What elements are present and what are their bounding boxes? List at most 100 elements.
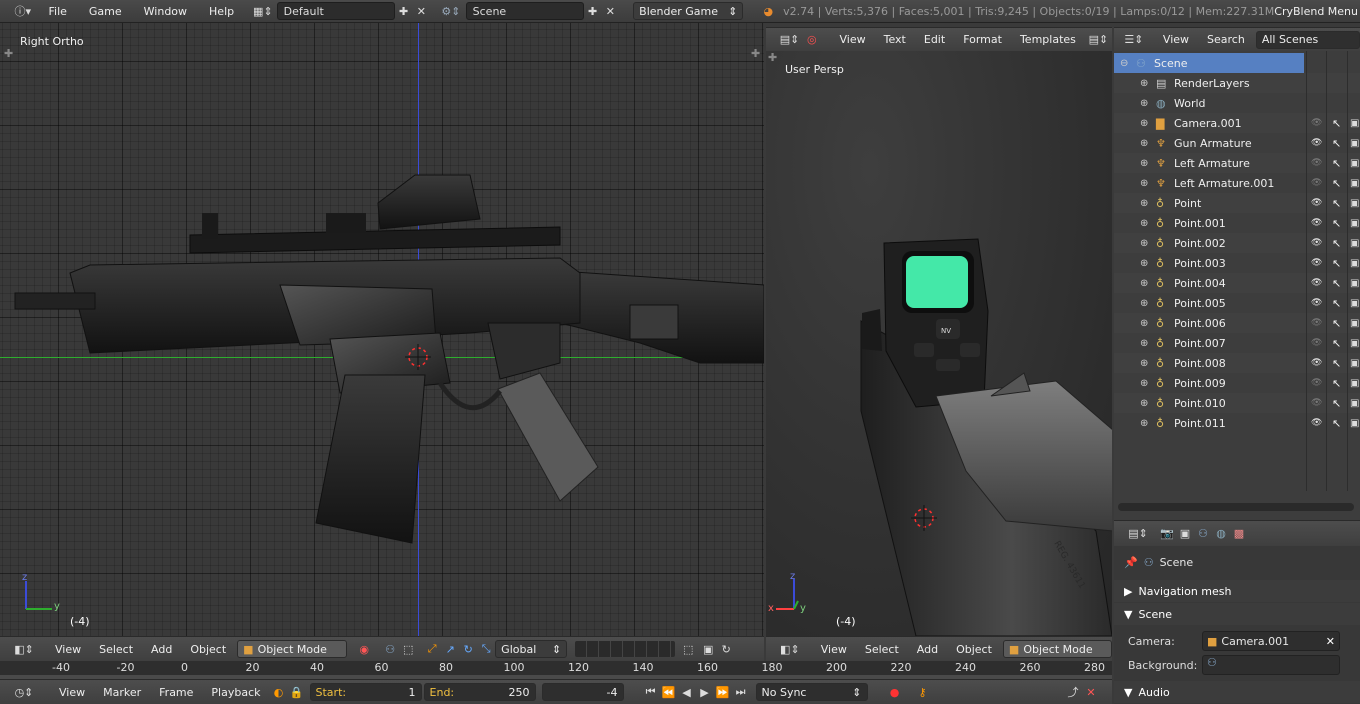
pivot-point-icon[interactable]: ⚇ xyxy=(381,640,399,658)
outliner-row[interactable]: ⊕ ♁ Point.008 👁 ↖ ▣ xyxy=(1114,353,1360,373)
jump-prev-key-icon[interactable]: ⏪ xyxy=(660,683,678,701)
render-camera-icon[interactable]: ▣ xyxy=(1350,118,1359,129)
scale-icon[interactable]: ⤡ xyxy=(477,640,495,658)
right-3d-viewport[interactable]: User Persp ✚ NV REG. 43611 z x y (-4) xyxy=(766,51,1112,636)
view3d-menu-object[interactable]: Object xyxy=(181,643,235,656)
text-menu-templates[interactable]: Templates xyxy=(1011,33,1085,46)
jump-start-icon[interactable]: ⏮ xyxy=(642,683,660,701)
outliner-row[interactable]: ⊕ ♁ Point 👁 ↖ ▣ xyxy=(1114,193,1360,213)
selectability-cursor-icon[interactable]: ↖ xyxy=(1332,137,1341,150)
menu-file[interactable]: File xyxy=(37,5,77,18)
visibility-eye-icon[interactable]: 👁 xyxy=(1311,118,1322,128)
render-camera-icon[interactable]: ▣ xyxy=(1350,198,1359,209)
render-camera-icon[interactable]: ▣ xyxy=(1350,238,1359,249)
render-camera-icon[interactable]: ▣ xyxy=(1350,218,1359,229)
render-camera-icon[interactable]: ▣ xyxy=(1350,338,1359,349)
translate-icon[interactable]: ↗ xyxy=(441,640,459,658)
outliner-row[interactable]: ⊕ ◍ World xyxy=(1114,93,1360,113)
outliner-row[interactable]: ⊕ ♁ Point.009 👁 ↖ ▣ xyxy=(1114,373,1360,393)
visibility-eye-icon[interactable]: 👁 xyxy=(1311,318,1322,328)
selectability-cursor-icon[interactable]: ↖ xyxy=(1332,217,1341,230)
background-field[interactable]: ⚇ xyxy=(1202,655,1340,675)
add-layout-icon[interactable]: ✚ xyxy=(395,2,413,20)
selectability-cursor-icon[interactable]: ↖ xyxy=(1332,177,1341,190)
view3d-menu-add[interactable]: Add xyxy=(908,643,947,656)
selectability-cursor-icon[interactable]: ↖ xyxy=(1332,157,1341,170)
jump-next-key-icon[interactable]: ⏩ xyxy=(714,683,732,701)
outliner-row[interactable]: ⊕ ♁ Point.004 👁 ↖ ▣ xyxy=(1114,273,1360,293)
render-camera-icon[interactable]: ▣ xyxy=(1350,278,1359,289)
view3d-editor-icon[interactable]: ◧⇕ xyxy=(10,640,38,658)
mode-dropdown[interactable]: ■ Object Mode xyxy=(1002,640,1112,658)
visibility-eye-icon[interactable]: 👁 xyxy=(1311,198,1322,208)
selectability-cursor-icon[interactable]: ↖ xyxy=(1332,117,1341,130)
outliner-scrollbar[interactable] xyxy=(1118,503,1354,511)
menu-game[interactable]: Game xyxy=(78,5,133,18)
timeline-ruler[interactable]: -40 -20 0 20 40 60 80 100 120 140 160 180 200 220 240 2… xyxy=(0,661,1112,679)
visibility-eye-icon[interactable]: 👁 xyxy=(1311,158,1322,168)
menu-window[interactable]: Window xyxy=(133,5,198,18)
selectability-cursor-icon[interactable]: ↖ xyxy=(1332,257,1341,270)
render-camera-icon[interactable]: ▣ xyxy=(1350,418,1359,429)
clear-camera-icon[interactable]: ✕ xyxy=(1326,635,1335,648)
render-tab-icon[interactable]: 📷 xyxy=(1158,525,1176,543)
selectability-cursor-icon[interactable]: ↖ xyxy=(1332,277,1341,290)
outliner-row[interactable]: ⊕ ♆ Gun Armature 👁 ↖ ▣ xyxy=(1114,133,1360,153)
editor-type-icon[interactable]: ▤⇕ xyxy=(776,31,803,49)
selectability-cursor-icon[interactable]: ↖ xyxy=(1332,337,1341,350)
expand-icon[interactable]: ⊕ xyxy=(1140,78,1148,89)
timeline-menu-marker[interactable]: Marker xyxy=(94,686,150,699)
visibility-eye-icon[interactable]: 👁 xyxy=(1311,338,1322,348)
delete-keyframe-icon[interactable]: ✕ xyxy=(1082,683,1100,701)
timeline-editor-icon[interactable]: ◷⇕ xyxy=(10,683,38,701)
manipulator-toggle-icon[interactable]: ⬚ xyxy=(399,640,417,658)
timeline-menu-frame[interactable]: Frame xyxy=(150,686,202,699)
visibility-eye-icon[interactable]: 👁 xyxy=(1311,358,1322,368)
cryblend-menu[interactable]: CryBlend Menu xyxy=(1274,5,1360,18)
view3d-menu-view[interactable]: View xyxy=(46,643,90,656)
viewport-shading-icon[interactable]: ◉ xyxy=(355,640,373,658)
lock-icon[interactable]: 🔒 xyxy=(288,683,306,701)
rotate-icon[interactable]: ↻ xyxy=(459,640,477,658)
world-tab-icon[interactable]: ◍ xyxy=(1212,525,1230,543)
outliner-row[interactable]: ⊕ ♁ Point.005 👁 ↖ ▣ xyxy=(1114,293,1360,313)
outliner-row[interactable]: ⊕ ♁ Point.006 👁 ↖ ▣ xyxy=(1114,313,1360,333)
jump-end-icon[interactable]: ⏭ xyxy=(732,683,750,701)
render-camera-icon[interactable]: ▣ xyxy=(1350,298,1359,309)
visibility-eye-icon[interactable]: 👁 xyxy=(1311,218,1322,228)
view3d-editor-icon[interactable]: ◧⇕ xyxy=(776,640,804,658)
keying-set-icon[interactable]: ⚷ xyxy=(914,683,932,701)
timeline-menu-playback[interactable]: Playback xyxy=(202,686,269,699)
render-camera-icon[interactable]: ▣ xyxy=(1350,158,1359,169)
outliner-row[interactable]: ⊕ ♁ Point.007 👁 ↖ ▣ xyxy=(1114,333,1360,353)
expand-icon[interactable]: ⊕ xyxy=(1140,158,1148,169)
scene-tab-icon[interactable]: ⚇ xyxy=(1194,525,1212,543)
add-scene-icon[interactable]: ✚ xyxy=(584,2,602,20)
sync-dropdown[interactable]: No Sync ⇕ xyxy=(755,683,868,701)
insert-keyframe-icon[interactable]: ⤴ xyxy=(1064,683,1082,701)
outliner-row[interactable]: ⊕ ♆ Left Armature.001 👁 ↖ ▣ xyxy=(1114,173,1360,193)
visibility-eye-icon[interactable]: 👁 xyxy=(1311,378,1322,388)
timeline-menu-view[interactable]: View xyxy=(50,686,94,699)
preview-range-icon[interactable]: ◐ xyxy=(270,683,288,701)
pin-icon[interactable]: 📌 xyxy=(1124,556,1138,569)
collapse-icon[interactable]: ⊖ xyxy=(1120,58,1128,69)
orientation-dropdown[interactable]: Global ⇕ xyxy=(495,640,568,658)
visibility-eye-icon[interactable]: 👁 xyxy=(1311,178,1322,188)
mode-dropdown[interactable]: ■ Object Mode xyxy=(237,640,348,658)
menu-help[interactable]: Help xyxy=(198,5,245,18)
outliner-row[interactable]: ⊕ ♁ Point.010 👁 ↖ ▣ xyxy=(1114,393,1360,413)
expand-icon[interactable]: ⊕ xyxy=(1140,98,1148,109)
visibility-eye-icon[interactable]: 👁 xyxy=(1311,278,1322,288)
selectability-cursor-icon[interactable]: ↖ xyxy=(1332,357,1341,370)
expand-icon[interactable]: ⊕ xyxy=(1140,418,1148,429)
selectability-cursor-icon[interactable]: ↖ xyxy=(1332,237,1341,250)
render-camera-icon[interactable]: ▣ xyxy=(1350,378,1359,389)
render-camera-icon[interactable]: ▣ xyxy=(1350,398,1359,409)
render-camera-icon[interactable]: ▣ xyxy=(1350,178,1359,189)
visibility-eye-icon[interactable]: 👁 xyxy=(1311,418,1322,428)
properties-editor-icon[interactable]: ▤⇕ xyxy=(1124,525,1152,543)
view3d-menu-view[interactable]: View xyxy=(812,643,856,656)
layer-toggle-icon[interactable]: ⬚ xyxy=(679,640,697,658)
selectability-cursor-icon[interactable]: ↖ xyxy=(1332,397,1341,410)
